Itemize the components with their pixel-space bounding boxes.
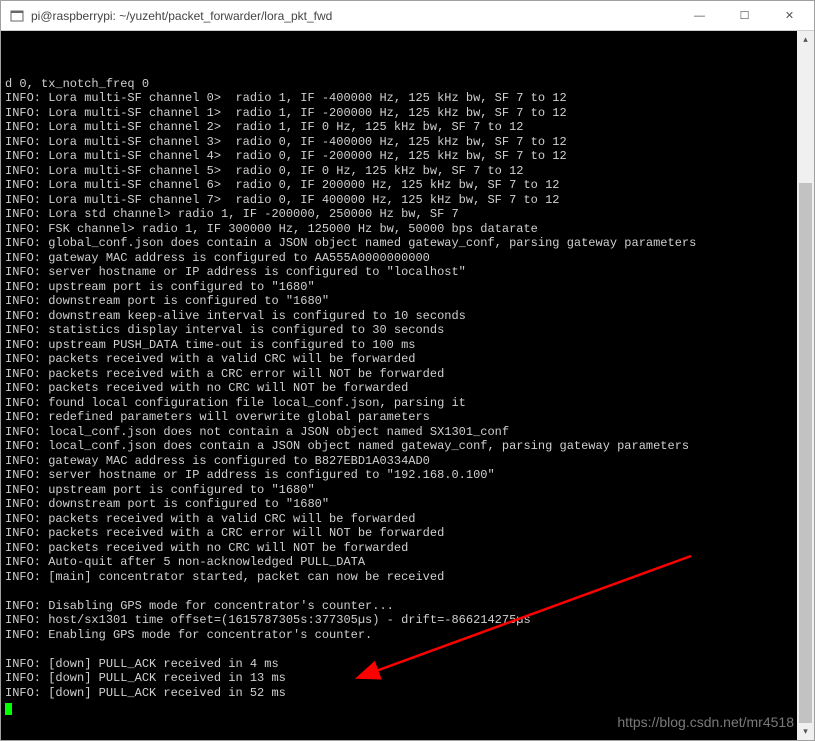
terminal-line: INFO: Lora std channel> radio 1, IF -200… xyxy=(5,207,793,222)
terminal-line: INFO: Lora multi-SF channel 3> radio 0, … xyxy=(5,135,793,150)
scroll-down-button[interactable]: ▾ xyxy=(797,723,814,740)
terminal-line: INFO: gateway MAC address is configured … xyxy=(5,454,793,469)
terminal-line: INFO: gateway MAC address is configured … xyxy=(5,251,793,266)
terminal-line: INFO: packets received with no CRC will … xyxy=(5,381,793,396)
terminal-line: INFO: packets received with a CRC error … xyxy=(5,367,793,382)
terminal-line: INFO: upstream PUSH_DATA time-out is con… xyxy=(5,338,793,353)
scroll-up-button[interactable]: ▴ xyxy=(797,31,814,48)
terminal-line: INFO: server hostname or IP address is c… xyxy=(5,468,793,483)
terminal-line: INFO: upstream port is configured to "16… xyxy=(5,280,793,295)
terminal-line: INFO: redefined parameters will overwrit… xyxy=(5,410,793,425)
terminal-output[interactable]: d 0, tx_notch_freq 0INFO: Lora multi-SF … xyxy=(1,31,797,740)
window-title: pi@raspberrypi: ~/yuzeht/packet_forwarde… xyxy=(31,9,677,23)
terminal-line: INFO: Enabling GPS mode for concentrator… xyxy=(5,628,793,643)
terminal-line: INFO: [down] PULL_ACK received in 52 ms xyxy=(5,686,793,701)
terminal-line: INFO: server hostname or IP address is c… xyxy=(5,265,793,280)
minimize-icon: — xyxy=(694,10,705,22)
terminal-line: INFO: host/sx1301 time offset=(161578730… xyxy=(5,613,793,628)
terminal-line: INFO: global_conf.json does contain a JS… xyxy=(5,236,793,251)
terminal-cursor-line xyxy=(5,700,793,715)
app-icon xyxy=(9,8,25,24)
terminal-area: d 0, tx_notch_freq 0INFO: Lora multi-SF … xyxy=(1,31,814,740)
window-controls: — ☐ ✕ xyxy=(677,2,812,30)
terminal-line xyxy=(5,642,793,657)
terminal-line: INFO: downstream port is configured to "… xyxy=(5,294,793,309)
maximize-icon: ☐ xyxy=(740,9,750,22)
terminal-line: INFO: Lora multi-SF channel 7> radio 0, … xyxy=(5,193,793,208)
terminal-line: INFO: downstream port is configured to "… xyxy=(5,497,793,512)
vertical-scrollbar[interactable]: ▴ ▾ xyxy=(797,31,814,740)
terminal-line: INFO: local_conf.json does contain a JSO… xyxy=(5,439,793,454)
terminal-line: INFO: packets received with a CRC error … xyxy=(5,526,793,541)
terminal-cursor xyxy=(5,703,12,715)
terminal-line: INFO: [main] concentrator started, packe… xyxy=(5,570,793,585)
ssh-terminal-window: pi@raspberrypi: ~/yuzeht/packet_forwarde… xyxy=(0,0,815,741)
terminal-line: INFO: downstream keep-alive interval is … xyxy=(5,309,793,324)
terminal-line: INFO: statistics display interval is con… xyxy=(5,323,793,338)
terminal-line: INFO: Lora multi-SF channel 4> radio 0, … xyxy=(5,149,793,164)
terminal-line: INFO: [down] PULL_ACK received in 13 ms xyxy=(5,671,793,686)
scrollbar-track[interactable] xyxy=(797,48,814,723)
terminal-line: INFO: Lora multi-SF channel 2> radio 1, … xyxy=(5,120,793,135)
terminal-line: INFO: Auto-quit after 5 non-acknowledged… xyxy=(5,555,793,570)
terminal-line: INFO: found local configuration file loc… xyxy=(5,396,793,411)
scrollbar-thumb[interactable] xyxy=(799,183,812,723)
terminal-line: INFO: FSK channel> radio 1, IF 300000 Hz… xyxy=(5,222,793,237)
terminal-line: INFO: packets received with a valid CRC … xyxy=(5,352,793,367)
terminal-line: INFO: upstream port is configured to "16… xyxy=(5,483,793,498)
terminal-line: INFO: Lora multi-SF channel 5> radio 0, … xyxy=(5,164,793,179)
terminal-line xyxy=(5,584,793,599)
terminal-line: INFO: local_conf.json does not contain a… xyxy=(5,425,793,440)
window-titlebar[interactable]: pi@raspberrypi: ~/yuzeht/packet_forwarde… xyxy=(1,1,814,31)
terminal-line: INFO: packets received with no CRC will … xyxy=(5,541,793,556)
terminal-line: INFO: Lora multi-SF channel 0> radio 1, … xyxy=(5,91,793,106)
maximize-button[interactable]: ☐ xyxy=(722,2,767,30)
terminal-line: INFO: Lora multi-SF channel 1> radio 1, … xyxy=(5,106,793,121)
terminal-line: INFO: packets received with a valid CRC … xyxy=(5,512,793,527)
terminal-line: INFO: [down] PULL_ACK received in 4 ms xyxy=(5,657,793,672)
terminal-line: INFO: Lora multi-SF channel 6> radio 0, … xyxy=(5,178,793,193)
terminal-line: INFO: Disabling GPS mode for concentrato… xyxy=(5,599,793,614)
close-button[interactable]: ✕ xyxy=(767,2,812,30)
close-icon: ✕ xyxy=(785,9,794,22)
terminal-line: d 0, tx_notch_freq 0 xyxy=(5,77,793,92)
minimize-button[interactable]: — xyxy=(677,2,722,30)
